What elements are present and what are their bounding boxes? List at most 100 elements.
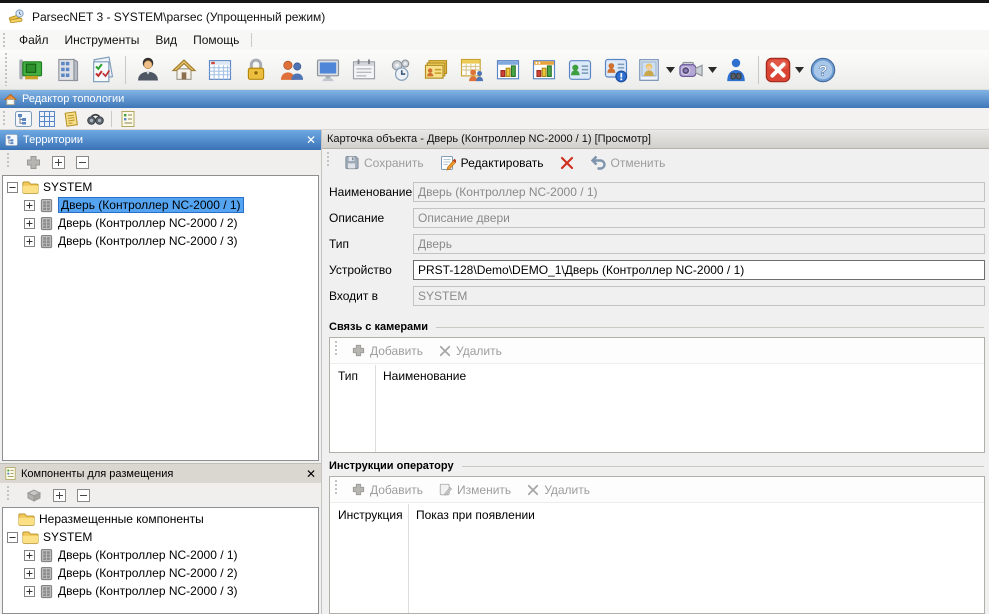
- monitor-button[interactable]: [310, 53, 346, 87]
- calendar-button[interactable]: [202, 53, 238, 87]
- components-toolbar-gripper[interactable]: [6, 486, 11, 500]
- object-toolbar-gripper[interactable]: [326, 152, 331, 168]
- delete-x-icon: [560, 156, 574, 170]
- badges-button[interactable]: [418, 53, 454, 87]
- access-button[interactable]: [238, 53, 274, 87]
- auto-tasks-button[interactable]: [382, 53, 418, 87]
- toolbar-gripper[interactable]: [4, 53, 9, 86]
- instructions-grid-body[interactable]: [330, 527, 984, 613]
- tree-node-door-3[interactable]: Дверь (Контроллер NC-2000 / 3): [3, 232, 318, 250]
- save-button[interactable]: Сохранить: [337, 152, 431, 173]
- tree-node-label[interactable]: Дверь (Контроллер NC-2000 / 2): [58, 216, 238, 230]
- expand-icon[interactable]: [24, 568, 35, 579]
- collapse-icon[interactable]: [7, 532, 18, 543]
- time-attendance-button[interactable]: [454, 53, 490, 87]
- parent-field: SYSTEM: [413, 286, 985, 306]
- home-button[interactable]: [166, 53, 202, 87]
- personnel-button[interactable]: [130, 53, 166, 87]
- report-templates-button[interactable]: [526, 53, 562, 87]
- column-header-name[interactable]: Наименование: [375, 369, 466, 383]
- tree-node-label[interactable]: Дверь (Контроллер NC-2000 / 1): [58, 548, 238, 562]
- components-close-icon[interactable]: ✕: [306, 468, 316, 480]
- cameras-grid-toolbar: Добавить Удалить: [330, 338, 984, 364]
- object-card-form: Наименование Дверь (Контроллер NC-2000 /…: [322, 176, 989, 314]
- menubar-separator: [251, 33, 252, 47]
- video-button[interactable]: [676, 53, 706, 87]
- menu-tools[interactable]: Инструменты: [57, 31, 148, 49]
- show-grid-button[interactable]: [35, 109, 59, 129]
- tree-node-unplaced[interactable]: Неразмещенные компоненты: [3, 510, 318, 528]
- show-tree-button[interactable]: [11, 109, 35, 129]
- expand-icon[interactable]: [24, 236, 35, 247]
- exit-dropdown[interactable]: [793, 53, 805, 87]
- menu-file[interactable]: Файл: [11, 31, 57, 49]
- exit-button[interactable]: [763, 53, 793, 87]
- tree-node-label[interactable]: Неразмещенные компоненты: [39, 512, 204, 526]
- tree-node-door-1[interactable]: Дверь (Контроллер NC-2000 / 1): [3, 546, 318, 564]
- plus-icon[interactable]: [26, 155, 41, 170]
- instructions-delete-button[interactable]: Удалить: [520, 480, 597, 500]
- cameras-toolbar-gripper[interactable]: [334, 341, 339, 355]
- photo-dropdown[interactable]: [664, 53, 676, 87]
- cameras-delete-button[interactable]: Удалить: [432, 341, 509, 361]
- collapse-icon[interactable]: [7, 182, 18, 193]
- cancel-button[interactable]: Отменить: [583, 152, 673, 173]
- schedule-icon: [350, 56, 378, 84]
- territories-close-icon[interactable]: ✕: [306, 134, 316, 146]
- column-header-instruction[interactable]: Инструкция: [330, 508, 408, 522]
- tree-node-door-2[interactable]: Дверь (Контроллер NC-2000 / 2): [3, 214, 318, 232]
- expand-icon[interactable]: [24, 550, 35, 561]
- portrait-icon: [636, 56, 662, 84]
- video-dropdown[interactable]: [706, 53, 718, 87]
- cameras-add-button[interactable]: Добавить: [345, 341, 430, 361]
- tree-node-root[interactable]: SYSTEM: [3, 528, 318, 546]
- tree-node-label[interactable]: Дверь (Контроллер NC-2000 / 2): [58, 566, 238, 580]
- tree-node-label[interactable]: Дверь (Контроллер NC-2000 / 3): [58, 234, 238, 248]
- find-button[interactable]: [83, 109, 107, 129]
- tree-node-door-3[interactable]: Дверь (Контроллер NC-2000 / 3): [3, 582, 318, 600]
- collapse-all-icon[interactable]: [76, 156, 89, 169]
- delete-button[interactable]: [553, 153, 581, 173]
- column-header-show-on-appear[interactable]: Показ при появлении: [408, 508, 535, 522]
- report-bars-icon: [494, 56, 522, 84]
- edit-button[interactable]: Редактировать: [433, 152, 551, 174]
- instructions-add-button[interactable]: Добавить: [345, 480, 430, 500]
- menu-help[interactable]: Помощь: [185, 31, 247, 49]
- tree-node-label[interactable]: Дверь (Контроллер NC-2000 / 3): [58, 584, 238, 598]
- instructions-edit-button[interactable]: Изменить: [432, 480, 518, 500]
- expand-icon[interactable]: [24, 586, 35, 597]
- hardware-button[interactable]: [13, 53, 49, 87]
- tree-node-label[interactable]: SYSTEM: [43, 180, 92, 194]
- tree-node-label[interactable]: Дверь (Контроллер NC-2000 / 1): [58, 197, 244, 213]
- legend-button[interactable]: [116, 109, 140, 129]
- expand-icon[interactable]: [24, 218, 35, 229]
- cameras-grid-body[interactable]: [330, 388, 984, 452]
- topology-button[interactable]: [49, 53, 85, 87]
- menu-view[interactable]: Вид: [147, 31, 185, 49]
- tree-node-root[interactable]: SYSTEM: [3, 178, 318, 196]
- person-card-button[interactable]: [562, 53, 598, 87]
- device-field[interactable]: PRST-128\Demo\DEMO_1\Дверь (Контроллер N…: [413, 260, 985, 280]
- tasks-button[interactable]: [85, 53, 121, 87]
- expand-icon[interactable]: [24, 200, 35, 211]
- expand-all-icon[interactable]: [53, 489, 66, 502]
- place-component-icon[interactable]: [26, 488, 42, 502]
- guard-button[interactable]: [718, 53, 754, 87]
- user-groups-button[interactable]: [274, 53, 310, 87]
- territories-toolbar-gripper[interactable]: [6, 153, 11, 167]
- collapse-all-icon[interactable]: [77, 489, 90, 502]
- sub-toolbar-gripper[interactable]: [2, 111, 7, 126]
- help-button[interactable]: ?: [805, 53, 841, 87]
- tree-node-door-2[interactable]: Дверь (Контроллер NC-2000 / 2): [3, 564, 318, 582]
- list-button[interactable]: [59, 109, 83, 129]
- expand-all-icon[interactable]: [52, 156, 65, 169]
- reports-button[interactable]: [490, 53, 526, 87]
- tree-node-door-1[interactable]: Дверь (Контроллер NC-2000 / 1): [3, 196, 318, 214]
- instructions-toolbar-gripper[interactable]: [334, 480, 339, 494]
- tree-node-label[interactable]: SYSTEM: [43, 530, 92, 544]
- photo-button[interactable]: [634, 53, 664, 87]
- person-alert-button[interactable]: [598, 53, 634, 87]
- schedule-button[interactable]: [346, 53, 382, 87]
- column-header-type[interactable]: Тип: [330, 369, 375, 383]
- menubar-gripper[interactable]: [2, 33, 7, 47]
